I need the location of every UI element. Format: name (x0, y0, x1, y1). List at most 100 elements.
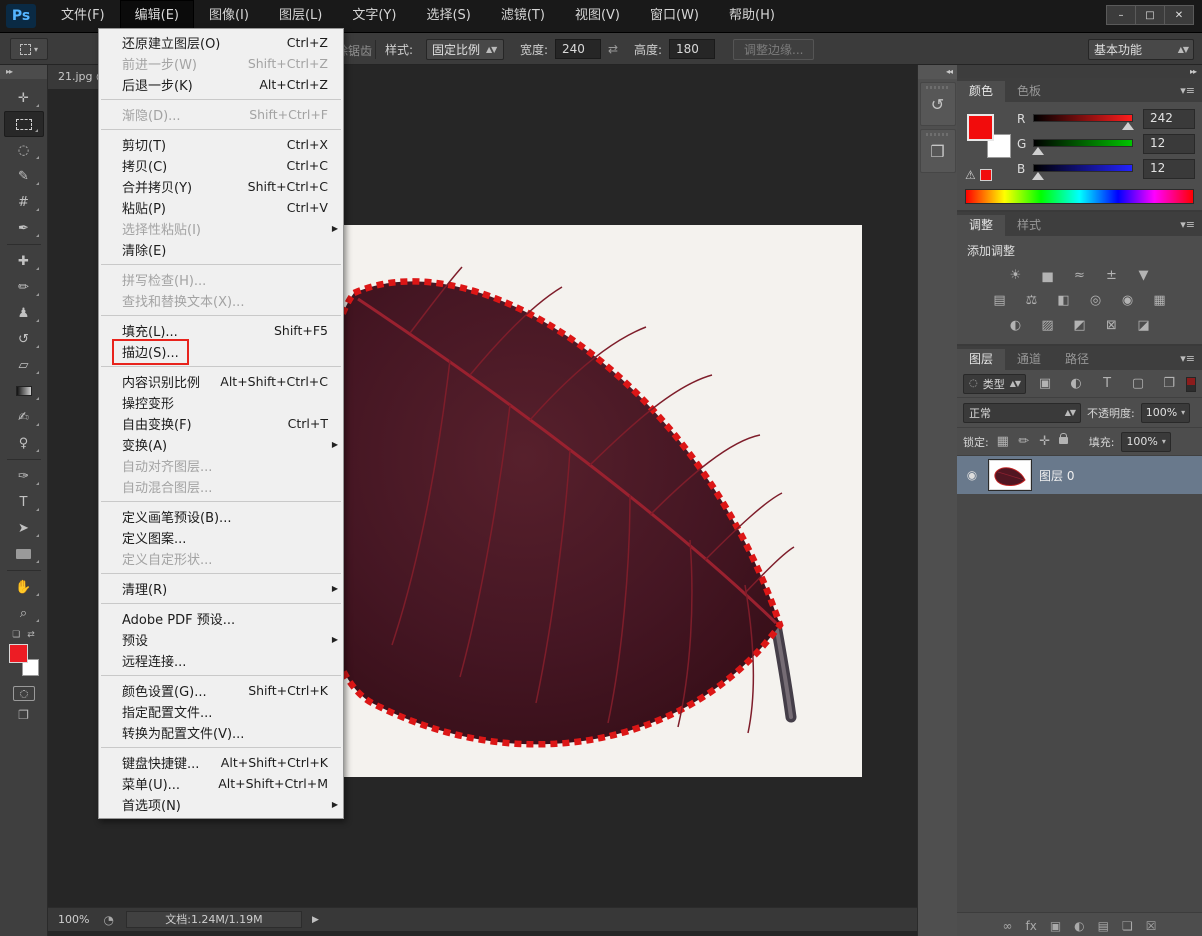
clone-stamp-tool[interactable]: ♟ (4, 300, 44, 326)
filter-toggle[interactable] (1186, 377, 1196, 392)
panels-expand-button[interactable]: ▸▸ (957, 65, 1202, 78)
channel-value-input[interactable]: 12 (1143, 159, 1195, 179)
menu-item[interactable]: 合并拷贝(Y)Shift+Ctrl+C (99, 176, 343, 197)
gradient-tool[interactable] (4, 378, 44, 404)
blend-mode-select[interactable]: 正常 ▲▼ (963, 403, 1081, 423)
vibrance-icon[interactable]: ▼ (1133, 267, 1155, 284)
menu-item[interactable]: 指定配置文件... (99, 701, 343, 722)
menu-item[interactable]: 自由变换(F)Ctrl+T (99, 413, 343, 434)
posterize-icon[interactable]: ▨ (1037, 317, 1059, 334)
foreground-color-swatch[interactable] (967, 114, 994, 141)
shape-tool[interactable] (4, 541, 44, 567)
tool-preset-picker[interactable]: ▾ (10, 38, 48, 60)
menubar-item[interactable]: 选择(S) (411, 0, 485, 33)
levels-icon[interactable]: ▅ (1037, 267, 1059, 284)
path-selection-tool[interactable]: ➤ (4, 515, 44, 541)
channel-slider-track[interactable] (1033, 139, 1133, 147)
menu-item[interactable]: 定义图案... (99, 527, 343, 548)
channel-slider-track[interactable] (1033, 114, 1133, 122)
brush-tool[interactable]: ✏ (4, 274, 44, 300)
history-panel-icon[interactable]: ↺ (920, 82, 956, 126)
pen-tool[interactable]: ✑ (4, 463, 44, 489)
zoom-tool[interactable]: ⌕ (4, 600, 44, 626)
panel-menu-icon[interactable]: ▾≡ (1180, 352, 1195, 365)
spot-healing-tool[interactable]: ✚ (4, 248, 44, 274)
gradient-map-icon[interactable]: ⊠ (1101, 317, 1123, 334)
dodge-tool[interactable]: ♀ (4, 430, 44, 456)
lock-transparency-icon[interactable]: ▦ (996, 433, 1010, 450)
opacity-input[interactable]: 100% ▾ (1141, 403, 1190, 423)
menu-item[interactable]: Adobe PDF 预设... (99, 608, 343, 629)
layer-thumbnail[interactable] (989, 460, 1031, 490)
workspace-select[interactable]: 基本功能 ▲▼ (1088, 39, 1194, 60)
color-lookup-icon[interactable]: ▦ (1149, 292, 1171, 309)
delete-layer-icon[interactable]: ☒ (1146, 917, 1157, 934)
tab-颜色[interactable]: 颜色 (957, 81, 1005, 102)
menubar-item[interactable]: 滤镜(T) (486, 0, 560, 33)
smudge-tool[interactable]: ✍ (4, 404, 44, 430)
layer-visibility-icon[interactable]: ◉ (963, 468, 981, 482)
eyedropper-tool[interactable]: ✒ (4, 215, 44, 241)
screen-mode-button[interactable]: ❐ (18, 708, 29, 722)
width-input[interactable]: 240 (555, 39, 601, 59)
layer-name[interactable]: 图层 0 (1039, 467, 1074, 484)
lock-all-icon[interactable] (1059, 437, 1068, 444)
zoom-level[interactable]: 100% (58, 913, 89, 926)
toolbar-expander[interactable]: ▸▸ (0, 65, 47, 79)
type-layer-filter-icon[interactable]: T (1096, 375, 1118, 392)
tab-通道[interactable]: 通道 (1005, 349, 1053, 370)
white-black-swatches[interactable] (1181, 190, 1193, 203)
menu-item[interactable]: 粘贴(P)Ctrl+V (99, 197, 343, 218)
channel-slider-handle[interactable] (1032, 172, 1044, 180)
menu-item[interactable]: 变换(A)▶ (99, 434, 343, 455)
menu-item-stroke[interactable]: 描边(S)... (99, 341, 343, 362)
layer-effects-icon[interactable]: fx (1025, 917, 1036, 934)
new-layer-icon[interactable]: ❏ (1122, 917, 1133, 934)
history-brush-tool[interactable]: ↺ (4, 326, 44, 352)
channel-slider-handle[interactable] (1122, 122, 1134, 130)
photo-filter-icon[interactable]: ◎ (1085, 292, 1107, 309)
tab-图层[interactable]: 图层 (957, 349, 1005, 370)
channel-value-input[interactable]: 12 (1143, 134, 1195, 154)
panel-menu-icon[interactable]: ▾≡ (1180, 84, 1195, 97)
black-white-icon[interactable]: ◧ (1053, 292, 1075, 309)
menu-item[interactable]: 菜单(U)...Alt+Shift+Ctrl+M (99, 773, 343, 794)
menu-item[interactable]: 首选项(N)▶ (99, 794, 343, 815)
fill-input[interactable]: 100% ▾ (1121, 432, 1170, 452)
gamut-color-swatch[interactable] (980, 169, 992, 181)
menu-item[interactable]: 后退一步(K)Alt+Ctrl+Z (99, 74, 343, 95)
channel-slider-handle[interactable] (1032, 147, 1044, 155)
smart-object-filter-icon[interactable]: ❐ (1158, 375, 1180, 392)
crop-tool[interactable]: # (4, 189, 44, 215)
channel-mixer-icon[interactable]: ◉ (1117, 292, 1139, 309)
menu-item[interactable]: 还原建立图层(O)Ctrl+Z (99, 32, 343, 53)
channel-slider-track[interactable] (1033, 164, 1133, 172)
menu-item[interactable]: 定义画笔预设(B)... (99, 506, 343, 527)
menubar-item[interactable]: 视图(V) (560, 0, 635, 33)
adjustment-layer-filter-icon[interactable]: ◐ (1065, 375, 1087, 392)
style-select[interactable]: 固定比例 ▲▼ (426, 39, 504, 60)
status-options-arrow-icon[interactable]: ▶ (312, 915, 319, 925)
lock-pixels-icon[interactable]: ✏ (1017, 433, 1031, 450)
swap-colors-icon[interactable]: ⇄ (27, 630, 35, 640)
hue-saturation-icon[interactable]: ▤ (989, 292, 1011, 309)
quick-selection-tool[interactable]: ✎ (4, 163, 44, 189)
menu-item[interactable]: 远程连接... (99, 650, 343, 671)
lock-position-icon[interactable]: ✛ (1038, 433, 1052, 450)
shape-layer-filter-icon[interactable]: ▢ (1127, 375, 1149, 392)
close-button[interactable]: ✕ (1164, 5, 1194, 25)
brightness-contrast-icon[interactable]: ☀ (1005, 267, 1027, 284)
move-tool[interactable]: ✛ (4, 85, 44, 111)
menu-item[interactable]: 清理(R)▶ (99, 578, 343, 599)
add-mask-icon[interactable]: ▣ (1050, 917, 1061, 934)
menu-item[interactable]: 颜色设置(G)...Shift+Ctrl+K (99, 680, 343, 701)
tab-样式[interactable]: 样式 (1005, 215, 1053, 236)
default-colors-icon[interactable]: ❏ (12, 630, 20, 640)
invert-icon[interactable]: ◐ (1005, 317, 1027, 334)
tab-调整[interactable]: 调整 (957, 215, 1005, 236)
menu-item[interactable]: 键盘快捷键...Alt+Shift+Ctrl+K (99, 752, 343, 773)
layer-filter-select[interactable]: ◌ 类型 ▲▼ (963, 374, 1026, 394)
link-layers-icon[interactable]: ∞ (1002, 917, 1012, 934)
hand-tool[interactable]: ✋ (4, 574, 44, 600)
menu-item[interactable]: 拷贝(C)Ctrl+C (99, 155, 343, 176)
